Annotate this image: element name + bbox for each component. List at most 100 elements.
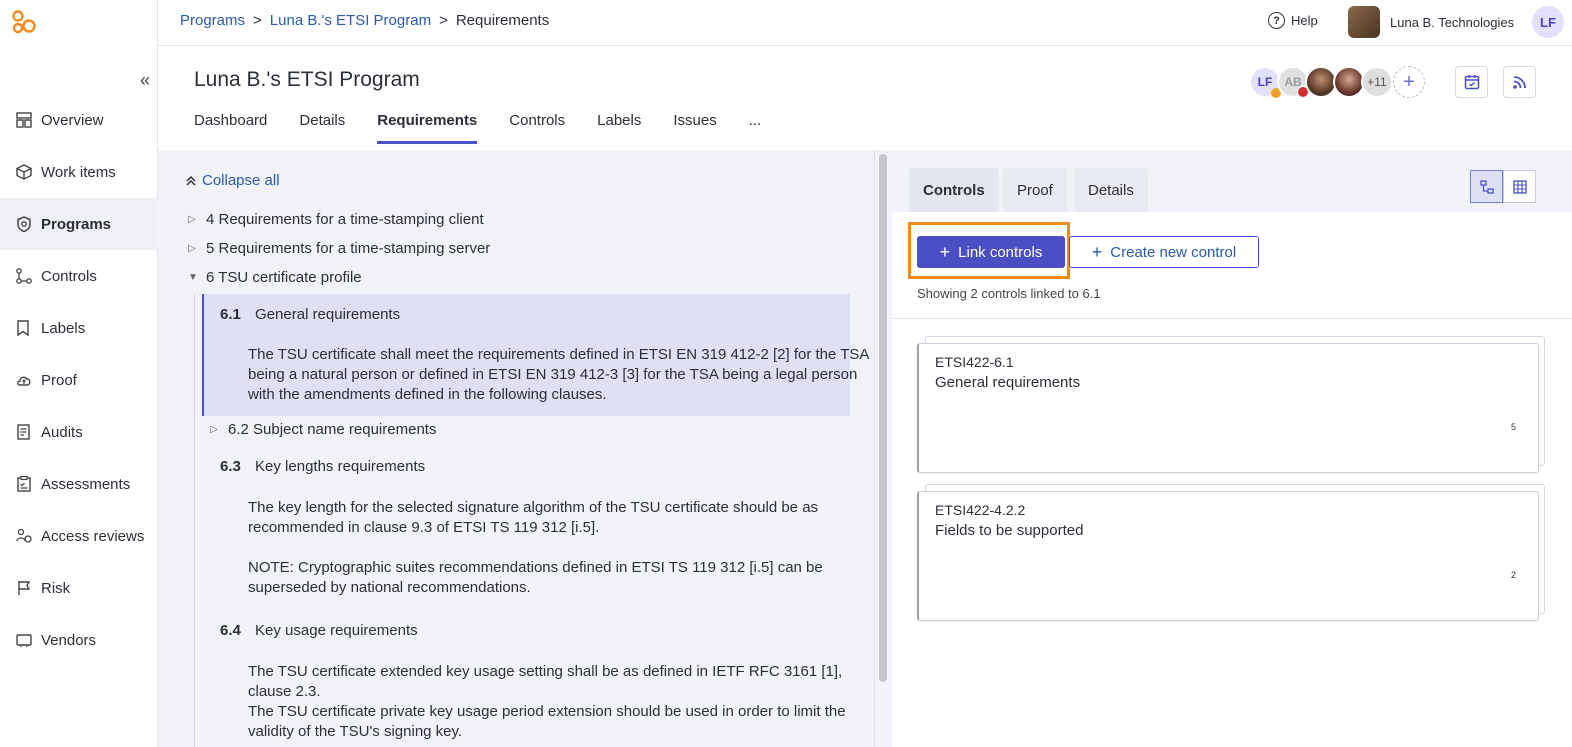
tab-more[interactable]: ... (749, 112, 762, 144)
scrollbar-thumb[interactable] (879, 154, 887, 682)
tree-section-label: 4 Requirements for a time-stamping clien… (206, 211, 484, 228)
sidebar-item-programs[interactable]: Programs (0, 198, 158, 250)
tab-details[interactable]: Details (299, 112, 345, 144)
package-icon (16, 164, 32, 180)
sidebar-item-access-reviews[interactable]: Access reviews (0, 510, 158, 562)
program-tabs: Dashboard Details Requirements Controls … (194, 112, 761, 144)
sidebar-item-label: Programs (41, 215, 112, 233)
rss-icon (1512, 76, 1526, 89)
feed-button[interactable] (1503, 66, 1536, 98)
tree-section-5[interactable]: ▷ 5 Requirements for a time-stamping ser… (188, 240, 490, 257)
requirement-title-6-4[interactable]: 6.4 Key usage requirements (220, 622, 418, 639)
access-icon (16, 528, 32, 543)
tree-section-6-2[interactable]: ▷ 6.2 Subject name requirements (210, 421, 436, 438)
collapse-sidebar-icon[interactable]: « (140, 70, 150, 91)
detail-tabs-bar: Controls Proof Details (892, 150, 1572, 212)
more-members-badge[interactable]: +11 (1361, 66, 1393, 98)
control-card[interactable]: ETSI422-4.2.2 Fields to be supported 2 (917, 491, 1539, 621)
tree-section-6[interactable]: ▼ 6 TSU certificate profile (188, 269, 362, 286)
sidebar-item-work-items[interactable]: Work items (0, 146, 158, 198)
requirement-line: superseded by national recommendations. (248, 579, 531, 596)
requirement-number: 6.3 (220, 458, 241, 475)
requirement-note-6-3: NOTE: Cryptographic suites recommendatio… (248, 558, 823, 598)
breadcrumb-program[interactable]: Luna B.'s ETSI Program (270, 12, 431, 29)
requirement-title: Key usage requirements (255, 622, 418, 639)
org-avatar (1348, 6, 1380, 38)
sidebar-item-label: Audits (41, 423, 83, 441)
page-title: Luna B.'s ETSI Program (194, 68, 420, 91)
sidebar-item-label: Proof (41, 371, 77, 389)
tab-controls[interactable]: Controls (509, 112, 565, 144)
triangle-right-icon: ▷ (188, 214, 196, 225)
sidebar-item-overview[interactable]: Overview (0, 94, 158, 146)
table-view-button[interactable] (1503, 170, 1536, 203)
control-count: 2 (1510, 570, 1516, 580)
sidebar-item-label: Access reviews (41, 527, 145, 545)
requirement-line: validity of the TSU's signing key. (248, 723, 463, 740)
add-member-button[interactable]: + (1393, 66, 1425, 98)
linked-count-text: Showing 2 controls linked to 6.1 (917, 286, 1101, 301)
sidebar-item-proof[interactable]: Proof (0, 354, 158, 406)
requirements-scrollbar[interactable] (874, 150, 892, 747)
create-control-button[interactable]: + Create new control (1069, 236, 1259, 268)
requirement-title-6-1[interactable]: 6.1 General requirements (220, 306, 400, 323)
tab-requirements[interactable]: Requirements (377, 112, 478, 144)
requirement-line: NOTE: Cryptographic suites recommendatio… (248, 559, 823, 576)
tree-section-4[interactable]: ▷ 4 Requirements for a time-stamping cli… (188, 211, 484, 228)
requirement-number: 6.4 (220, 622, 241, 639)
breadcrumb-programs[interactable]: Programs (180, 12, 245, 29)
requirement-line: The TSU certificate extended key usage s… (248, 663, 843, 680)
control-card[interactable]: ETSI422-6.1 General requirements 5 (917, 343, 1539, 473)
breadcrumb-current: Requirements (455, 12, 550, 29)
org-switcher[interactable]: Luna B. Technologies (1348, 6, 1514, 38)
sidebar-item-controls[interactable]: Controls (0, 250, 158, 302)
requirement-text-6-3: The key length for the selected signatur… (248, 498, 818, 538)
tab-proof-panel[interactable]: Proof (1003, 168, 1067, 212)
help-button[interactable]: ? Help (1268, 12, 1318, 29)
plus-icon: + (1091, 242, 1103, 262)
requirement-title: General requirements (255, 306, 401, 323)
sidebar-item-labels[interactable]: Labels (0, 302, 158, 354)
tab-dashboard[interactable]: Dashboard (194, 112, 267, 144)
requirement-text-6-4: The TSU certificate extended key usage s… (248, 662, 846, 742)
tree-view-icon (1479, 179, 1494, 194)
label-icon (17, 320, 29, 337)
tree-section-label: 6 TSU certificate profile (206, 269, 362, 286)
clipboard-icon (17, 475, 31, 492)
flag-icon (18, 581, 31, 595)
triangle-down-icon: ▼ (188, 272, 198, 283)
link-controls-button[interactable]: + Link controls (917, 236, 1065, 268)
sidebar-item-audits[interactable]: Audits (0, 406, 158, 458)
control-name: Fields to be supported (935, 522, 1084, 539)
sidebar-item-label: Labels (41, 319, 86, 337)
shield-icon (17, 216, 31, 233)
help-icon: ? (1268, 12, 1285, 29)
sidebar-item-label: Assessments (41, 475, 131, 493)
tree-guide-line (194, 294, 195, 747)
sidebar-item-risk[interactable]: Risk (0, 562, 158, 614)
detail-panel: Controls Proof Details + Link controls +… (892, 150, 1572, 747)
calendar-check-button[interactable] (1455, 66, 1488, 98)
requirement-line: The key length for the selected signatur… (248, 499, 819, 516)
sidebar-item-assessments[interactable]: Assessments (0, 458, 158, 510)
tab-controls-panel[interactable]: Controls (909, 168, 999, 212)
collapse-all-label: Collapse all (202, 172, 280, 189)
requirement-line: with the amendments defined in the follo… (248, 386, 607, 403)
collapse-all-button[interactable]: Collapse all (186, 172, 280, 189)
requirement-title-6-3[interactable]: 6.3 Key lengths requirements (220, 458, 425, 475)
audit-icon (17, 424, 30, 440)
tree-view-button[interactable] (1470, 170, 1503, 203)
sidebar-item-vendors[interactable]: Vendors (0, 614, 158, 666)
tab-labels[interactable]: Labels (597, 112, 641, 144)
tree-section-label: 6.2 Subject name requirements (228, 421, 437, 438)
requirement-line: being a natural person or defined in ETS… (248, 366, 858, 383)
sidebar-nav: Overview Work items Programs Controls La… (0, 94, 158, 666)
requirement-line: The TSU certificate shall meet the requi… (248, 346, 870, 363)
vendor-icon (16, 634, 32, 647)
user-avatar[interactable]: LF (1532, 6, 1564, 38)
tab-details-panel[interactable]: Details (1074, 168, 1148, 212)
overview-icon (16, 112, 32, 128)
app-logo-icon[interactable] (10, 8, 38, 36)
sidebar: « Overview Work items Programs Controls … (0, 0, 158, 747)
tab-issues[interactable]: Issues (673, 112, 716, 144)
